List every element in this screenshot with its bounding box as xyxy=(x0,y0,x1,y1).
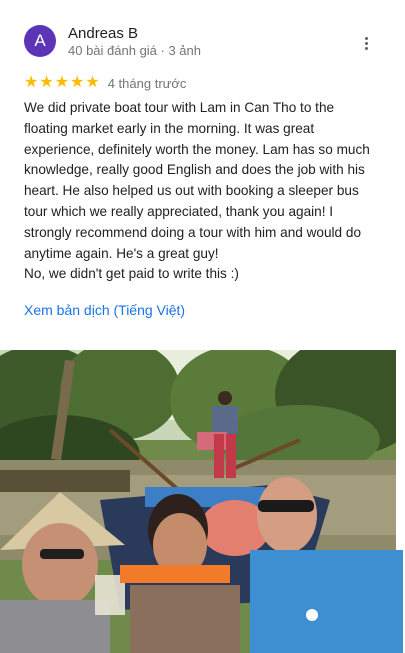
star-icon: ★ xyxy=(85,74,100,91)
rating-row: ★ ★ ★ ★ ★ 4 tháng trước xyxy=(24,74,186,92)
review-header: A Andreas B 40 bài đánh giá · 3 ảnh xyxy=(24,25,384,59)
author-name[interactable]: Andreas B xyxy=(68,25,138,43)
more-vert-icon[interactable] xyxy=(358,33,374,53)
star-icon: ★ xyxy=(24,74,39,91)
boat-tour-photo xyxy=(0,350,403,653)
more-dot xyxy=(364,41,368,45)
translate-link[interactable]: Xem bản dịch (Tiếng Việt) xyxy=(24,302,185,318)
review-text: We did private boat tour with Lam in Can… xyxy=(24,100,370,282)
author-meta: 40 bài đánh giá · 3 ảnh xyxy=(68,43,201,58)
more-dot xyxy=(364,36,368,40)
review-card: A Andreas B 40 bài đánh giá · 3 ảnh ★ ★ … xyxy=(0,0,405,653)
more-dot xyxy=(364,46,368,50)
star-icon: ★ xyxy=(54,74,70,91)
star-icon: ★ xyxy=(70,74,85,91)
star-rating: ★ ★ ★ ★ ★ xyxy=(24,75,100,91)
avatar[interactable]: A xyxy=(24,25,56,57)
review-photo[interactable] xyxy=(0,350,403,653)
star-icon: ★ xyxy=(39,74,54,91)
review-date: 4 tháng trước xyxy=(107,75,187,91)
